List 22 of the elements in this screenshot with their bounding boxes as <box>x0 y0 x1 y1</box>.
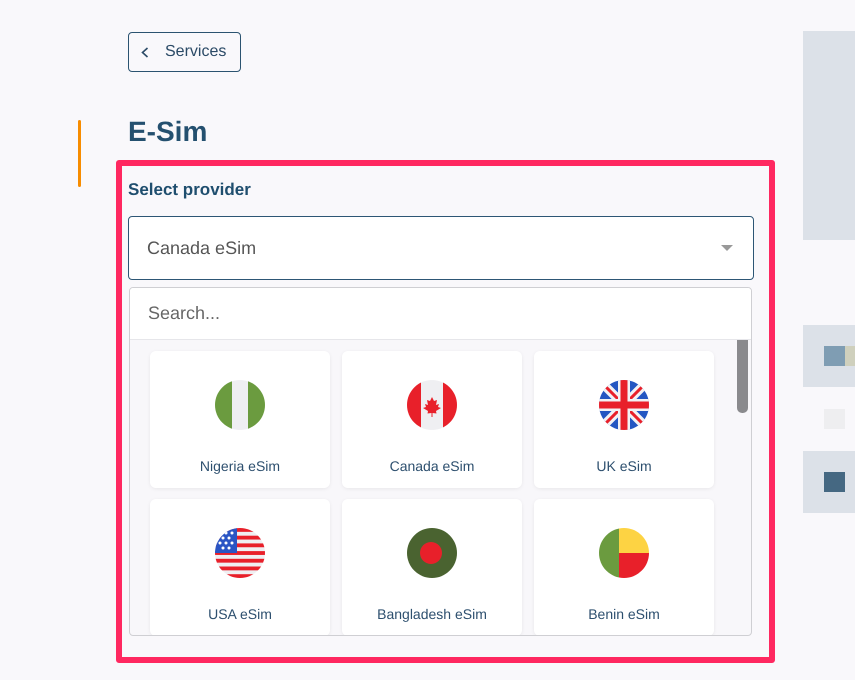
thumbnail-placeholder <box>824 472 845 492</box>
provider-option[interactable]: Canada eSim <box>342 351 522 488</box>
accent-bar <box>78 120 81 187</box>
field-label: Select provider <box>128 179 252 201</box>
page-title: E-Sim <box>128 115 208 149</box>
nigeria-flag-icon <box>215 380 265 430</box>
provider-select[interactable]: Canada eSim <box>128 216 754 280</box>
bangladesh-flag-icon <box>407 528 457 578</box>
search-field[interactable]: Search... <box>130 288 751 340</box>
back-button[interactable]: Services <box>128 32 241 72</box>
provider-option[interactable]: Nigeria eSim <box>150 351 330 488</box>
usa-flag-icon <box>215 528 265 578</box>
benin-flag-icon <box>599 528 649 578</box>
scrollbar-thumb[interactable] <box>737 340 748 413</box>
uk-flag-icon <box>599 380 649 430</box>
canada-flag-icon <box>407 380 457 430</box>
caret-down-icon <box>721 245 733 251</box>
provider-option[interactable]: Benin eSim <box>534 499 714 635</box>
provider-option[interactable]: USA eSim <box>150 499 330 635</box>
chevron-left-icon <box>141 46 149 58</box>
provider-option[interactable]: UK eSim <box>534 351 714 488</box>
provider-option[interactable]: Bangladesh eSim <box>342 499 522 635</box>
